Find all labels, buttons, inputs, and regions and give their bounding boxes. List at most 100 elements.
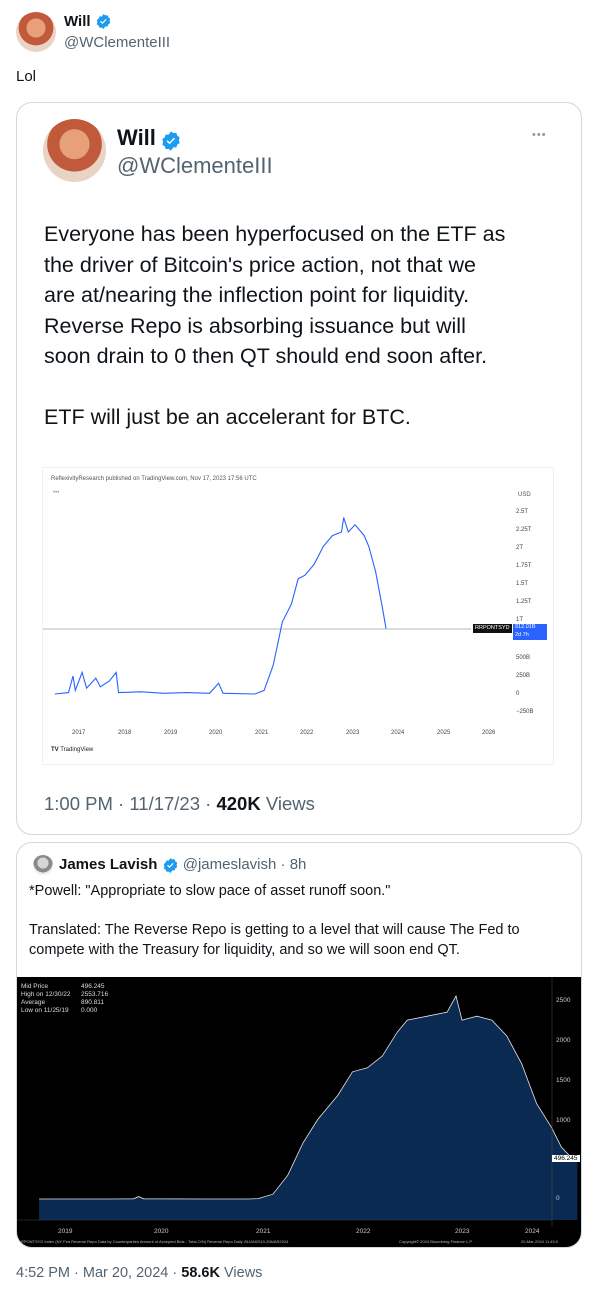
- x-label: 2021: [255, 730, 269, 736]
- tradingview-logo-icon: TV: [51, 747, 59, 753]
- tweet-time: 1:00 PM: [44, 793, 113, 814]
- tradingview-chart: ReflexivityResearch published on Trading…: [42, 467, 554, 765]
- bloomberg-chart: Mid Price 496.245 High on 12/30/22 2553.71…: [17, 977, 581, 1247]
- x-label: 2022: [356, 1228, 371, 1235]
- x-label: 2017: [72, 730, 86, 736]
- avatar[interactable]: [16, 12, 56, 52]
- separator: ·: [74, 1265, 79, 1281]
- bb-chart-svg: [17, 977, 578, 1227]
- symbol-tag: RRPONTSYD: [473, 624, 512, 633]
- quote-author-name[interactable]: James Lavish: [59, 856, 157, 873]
- tweet-line: Reverse Repo is absorbing issuance but w…: [44, 313, 466, 338]
- y-label: 2500: [556, 997, 571, 1004]
- last-value-tag: 496.245: [552, 1155, 580, 1162]
- views-count[interactable]: 58.6K: [181, 1265, 220, 1281]
- verified-badge-icon: [163, 857, 177, 873]
- quote-tweet-card[interactable]: James Lavish @jameslavish · 8h *Powell: …: [16, 842, 582, 1248]
- last-value-sub: 2d 7h: [515, 631, 529, 638]
- tweet-screenshot-card[interactable]: Will @WClementeIII ••• Everyone has been…: [16, 102, 582, 835]
- x-label: 2020: [154, 1228, 169, 1235]
- x-label: 2021: [256, 1228, 271, 1235]
- legend-value: 2553.716: [81, 991, 109, 998]
- author-row: Will: [117, 125, 182, 152]
- tweet-line: the driver of Bitcoin's price action, no…: [44, 252, 476, 277]
- quote-line-1: *Powell: "Appropriate to slow pace of as…: [29, 883, 391, 899]
- tweet-date[interactable]: Mar 20, 2024: [83, 1265, 168, 1281]
- quote-age[interactable]: 8h: [290, 856, 307, 873]
- tweet-line: ETF will just be an accelerant for BTC.: [44, 404, 411, 429]
- legend-value: 890.811: [81, 999, 105, 1006]
- tweet-text: Lol: [16, 68, 37, 85]
- last-value-tag: 912.01B 2d 7h: [513, 624, 547, 640]
- tradingview-logo: TV TradingView: [51, 747, 93, 753]
- bb-footnote-left: RPONTSYD Index (NY Fed Reverse Repo Data…: [21, 1239, 289, 1244]
- x-label: 2019: [164, 730, 178, 736]
- legend-label: Low on 11/25/19: [21, 1007, 69, 1014]
- tweet-time[interactable]: 4:52 PM: [16, 1265, 70, 1281]
- verified-badge-icon: [162, 131, 181, 151]
- tweet-line: Everyone has been hyperfocused on the ET…: [44, 222, 506, 246]
- x-label: 2023: [346, 730, 360, 736]
- author-handle[interactable]: @WClementeIII: [64, 34, 170, 51]
- quote-line-2b: compete with the Treasury for liquidity,…: [29, 942, 460, 958]
- avatar: [33, 855, 53, 875]
- verified-badge-icon: [96, 14, 111, 30]
- separator: ·: [280, 856, 286, 873]
- tweet-body: Everyone has been hyperfocused on the ET…: [44, 219, 574, 433]
- y-label: 2.5T: [516, 509, 529, 515]
- y-label: 2000: [556, 1037, 571, 1044]
- x-label: 2018: [118, 730, 132, 736]
- y-label: 1.75T: [516, 563, 532, 569]
- y-label: 1.5T: [516, 581, 529, 587]
- x-label: 2024: [525, 1228, 540, 1235]
- legend-value: 0.000: [81, 1007, 98, 1014]
- y-label: 0: [556, 1195, 560, 1202]
- y-label: 1T: [516, 617, 524, 623]
- bb-legend: Mid Price 496.245 High on 12/30/22 2553.71…: [21, 983, 108, 1015]
- y-label: 1.25T: [516, 599, 532, 605]
- tweet-line: are at/nearing the inflection point for …: [44, 283, 470, 308]
- y-label: 1500: [556, 1077, 571, 1084]
- x-label: 2024: [391, 730, 405, 736]
- x-label: 2025: [437, 730, 451, 736]
- y-label: 1000: [556, 1117, 571, 1124]
- separator: ·: [172, 1265, 178, 1281]
- x-label: 2019: [58, 1228, 73, 1235]
- bb-series-area: [39, 996, 578, 1220]
- more-options-icon: •••: [532, 129, 547, 141]
- views-count: 420K: [216, 793, 261, 814]
- bb-footnote-mid: Copyright© 2024 Bloomberg Finance L.P.: [399, 1239, 473, 1244]
- y-label: −250B: [516, 709, 534, 715]
- author-row: Will: [64, 13, 112, 31]
- legend-value: 496.245: [81, 983, 105, 990]
- author-handle: @WClementeIII: [117, 153, 273, 178]
- y-label: 2.25T: [516, 527, 532, 533]
- views-label: Views: [265, 793, 315, 814]
- x-label: 2023: [455, 1228, 470, 1235]
- quote-author-handle[interactable]: @jameslavish: [183, 856, 277, 873]
- views-label: Views: [224, 1265, 263, 1281]
- separator: ·: [118, 793, 125, 814]
- author-name: Will: [117, 125, 156, 150]
- tweet-line: soon drain to 0 then QT should end soon …: [44, 344, 488, 369]
- bb-footnote-right: 20-Mar-2024 11:45:0: [521, 1239, 559, 1244]
- y-label: 2T: [516, 545, 524, 551]
- symbol-name: RRPONTSYD: [475, 625, 510, 631]
- y-label: 0: [516, 691, 520, 697]
- quote-author-row: James Lavish @jameslavish · 8h: [59, 856, 306, 874]
- tweet-meta: 1:00 PM · 11/17/23 · 420K Views: [44, 793, 315, 815]
- tv-chart-svg: [43, 517, 471, 695]
- avatar: [43, 119, 106, 182]
- separator: ·: [205, 793, 212, 814]
- tv-series-line: [54, 517, 387, 695]
- x-label: 2020: [209, 730, 223, 736]
- quote-line-2a: Translated: The Reverse Repo is getting …: [29, 922, 520, 938]
- legend-label: High on 12/30/22: [21, 991, 71, 998]
- y-label: 250B: [516, 673, 531, 679]
- legend-label: Mid Price: [21, 983, 49, 990]
- y-label: 500B: [516, 655, 531, 661]
- author-name[interactable]: Will: [64, 13, 91, 30]
- x-label: 2022: [300, 730, 314, 736]
- tweet-meta: 4:52 PM · Mar 20, 2024 · 58.6K Views: [16, 1265, 262, 1281]
- last-value: 912.01B: [515, 624, 536, 630]
